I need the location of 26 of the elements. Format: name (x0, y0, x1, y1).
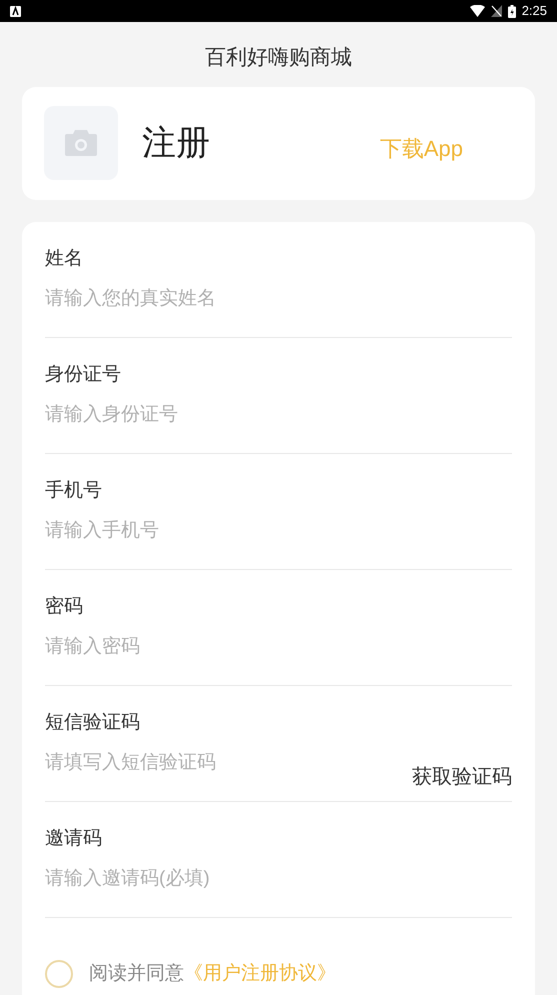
field-label: 短信验证码 (45, 710, 141, 734)
input-field[interactable]: 请输入邀请码(必填) (45, 864, 512, 894)
input-field[interactable]: 请填写入短信验证码 (45, 748, 412, 778)
page-title: 百利好嗨购商城 (205, 45, 352, 71)
field-label: 身份证号 (45, 362, 122, 386)
field-label: 姓名 (45, 246, 84, 270)
camera-icon (65, 130, 97, 156)
status-time: 2:25 (522, 2, 547, 20)
agreement-text: 阅读并同意《用户注册协议》 (89, 962, 336, 986)
no-signal-icon (490, 5, 502, 17)
field-label: 密码 (45, 594, 84, 618)
input-field[interactable]: 请输入密码 (45, 632, 512, 662)
agree-checkbox[interactable] (45, 960, 73, 988)
field-label: 手机号 (45, 478, 103, 502)
input-field[interactable]: 请输入您的真实姓名 (45, 284, 512, 314)
get-code-button[interactable]: 获取验证码 (412, 762, 512, 792)
avatar-placeholder[interactable] (44, 106, 118, 180)
input-field[interactable]: 请输入身份证号 (45, 400, 512, 430)
field-label: 邀请码 (45, 826, 103, 850)
notification-icon (10, 6, 21, 16)
page-heading: 注册 (142, 122, 210, 164)
agreement-link[interactable]: 《用户注册协议》 (184, 962, 336, 984)
input-field[interactable]: 请输入手机号 (45, 516, 512, 546)
battery-icon (508, 4, 516, 18)
wifi-icon (470, 5, 485, 17)
download-app-link[interactable]: 下载App (380, 132, 463, 164)
